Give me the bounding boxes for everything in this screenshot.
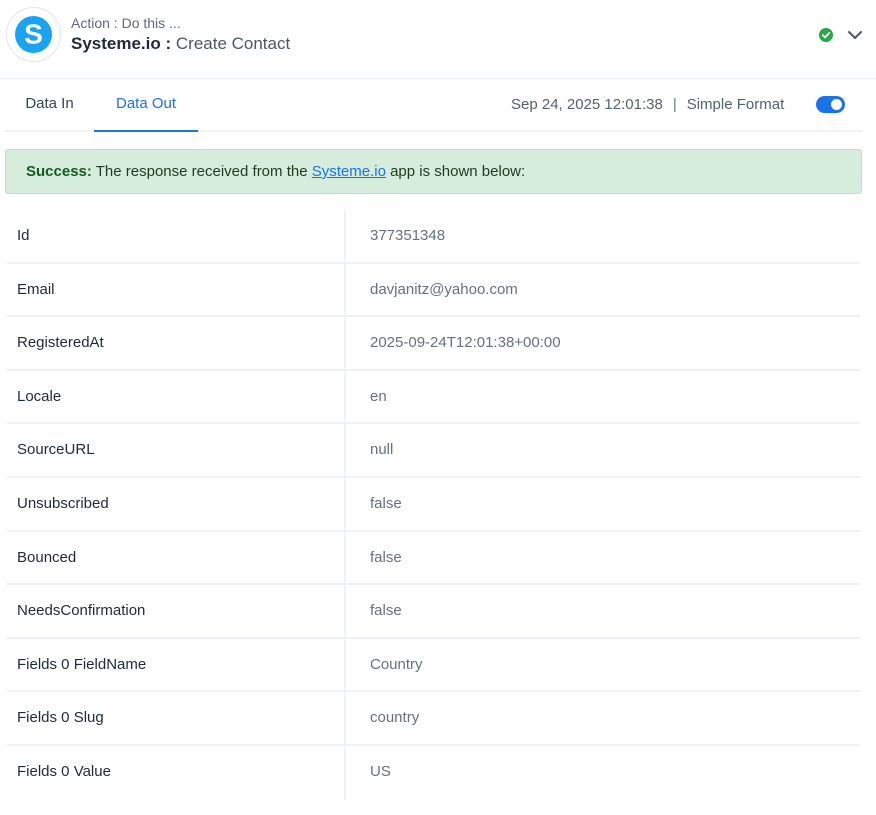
column-divider (344, 692, 346, 744)
tab-data-in[interactable]: Data In (5, 80, 94, 132)
action-kicker: Action : Do this ... (71, 15, 181, 31)
alert-strong: Success: (26, 163, 92, 180)
field-key: Locale (17, 387, 62, 405)
field-key: Fields 0 Value (17, 762, 111, 780)
field-key: Id (17, 227, 30, 244)
app-name: Systeme.io (71, 34, 161, 53)
app-logo-frame: S (6, 7, 61, 62)
table-row: Fields 0 Value US (7, 745, 860, 800)
field-value: 377351348 (370, 227, 446, 244)
field-value: false (370, 602, 402, 620)
field-key: RegisteredAt (17, 334, 104, 352)
table-row: Id 377351348 (7, 210, 860, 264)
column-divider (344, 210, 346, 262)
table-row: Locale en (7, 370, 860, 425)
check-circle-icon (819, 28, 833, 42)
simple-format-toggle[interactable] (816, 96, 845, 113)
field-value: Country (370, 655, 423, 673)
field-value: country (370, 709, 420, 727)
field-value: en (370, 387, 387, 405)
column-divider (344, 638, 346, 691)
field-key: SourceURL (17, 441, 95, 459)
response-meta: Sep 24, 2025 12:01:38 | Simple Format (511, 80, 784, 130)
chevron-down-icon[interactable] (845, 26, 865, 44)
table-row: SourceURL null (7, 424, 860, 478)
action-title: Systeme.io : Create Contact (71, 34, 290, 54)
systeme-logo-icon: S (15, 16, 52, 53)
success-alert: Success: The response received from the … (5, 149, 862, 194)
column-divider (344, 424, 346, 476)
action-name: Create Contact (175, 34, 291, 53)
field-value: davjanitz@yahoo.com (370, 280, 518, 298)
field-value: null (370, 441, 394, 459)
table-row: NeedsConfirmation false (7, 585, 860, 639)
meta-separator: | (672, 96, 677, 113)
field-key: NeedsConfirmation (17, 602, 146, 620)
column-divider (344, 370, 346, 423)
alert-text-after: app is shown below: (385, 163, 526, 180)
response-table: Id 377351348 Email davjanitz@yahoo.com Reg… (7, 210, 860, 800)
field-value: US (370, 762, 391, 780)
field-key: Unsubscribed (17, 494, 109, 512)
field-value: false (370, 548, 402, 566)
app-link[interactable]: Systeme.io (312, 163, 386, 180)
column-divider (344, 745, 346, 800)
alert-text-before: The response received from the (91, 163, 312, 180)
field-value: false (370, 494, 402, 512)
step-header[interactable]: S Action : Do this ... Systeme.io : Crea… (0, 0, 876, 79)
title-separator: : (160, 34, 176, 53)
data-tabs: Data In Data Out Sep 24, 2025 12:01:38 | S… (5, 80, 862, 132)
column-divider (344, 263, 346, 316)
field-key: Fields 0 FieldName (17, 655, 147, 673)
field-key: Fields 0 Slug (17, 709, 104, 727)
table-row: Email davjanitz@yahoo.com (7, 263, 860, 318)
column-divider (344, 317, 346, 369)
table-row: Fields 0 FieldName Country (7, 638, 860, 693)
table-row: RegisteredAt 2025-09-24T12:01:38+00:00 (7, 317, 860, 371)
table-row: Bounced false (7, 531, 860, 586)
field-key: Email (17, 280, 55, 298)
simple-format-label: Simple Format (686, 96, 785, 113)
response-timestamp: Sep 24, 2025 12:01:38 (511, 96, 663, 113)
logo-letter: S (24, 19, 43, 50)
field-value: 2025-09-24T12:01:38+00:00 (370, 334, 561, 352)
column-divider (344, 585, 346, 637)
table-row: Unsubscribed false (7, 477, 860, 532)
column-divider (344, 531, 346, 584)
table-row: Fields 0 Slug country (7, 692, 860, 746)
column-divider (344, 477, 346, 530)
tab-data-out[interactable]: Data Out (94, 80, 198, 132)
field-key: Bounced (17, 548, 77, 566)
